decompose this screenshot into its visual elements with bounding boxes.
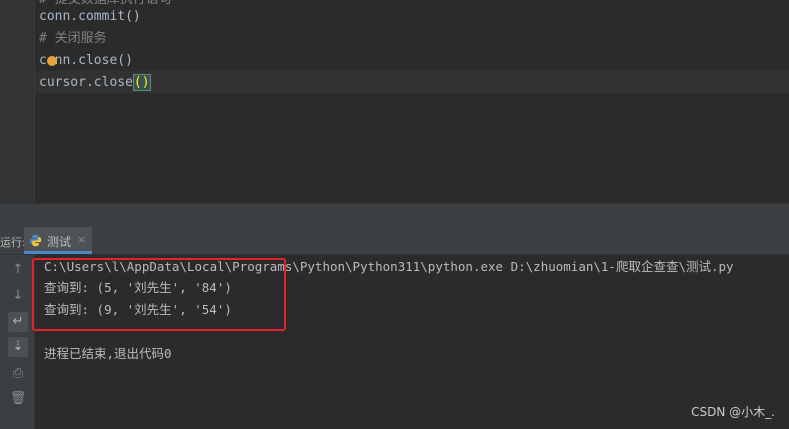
trash-icon[interactable]: 🗑 — [8, 389, 28, 409]
run-window-label: 运行: — [0, 236, 26, 249]
editor-gutter — [0, 0, 35, 203]
close-tab-icon[interactable]: × — [77, 233, 86, 246]
soft-wrap-icon[interactable]: ↵ — [8, 312, 28, 332]
arrow-down-icon[interactable]: ↓ — [8, 286, 28, 306]
run-toolbar: ↑ ↓ ↵ ⇣ ⎙ 🗑 — [0, 255, 35, 429]
python-icon — [29, 234, 42, 247]
run-tab-label: 测试 — [47, 235, 72, 249]
code-editor[interactable]: # 提交数据库执行语句 conn.commit() # 关闭服务 conn.cl… — [0, 0, 789, 203]
print-icon[interactable]: ⎙ — [8, 364, 28, 384]
scroll-to-end-icon[interactable]: ⇣ — [8, 337, 28, 357]
console-exit-line: 进程已结束,退出代码0 — [44, 346, 172, 361]
arrow-up-icon[interactable]: ↑ — [8, 260, 28, 280]
code-line-2[interactable]: conn.commit() — [39, 6, 141, 28]
code-line-5[interactable]: cursor.close() — [39, 72, 151, 94]
tab-run-config[interactable]: 测试 × — [24, 227, 92, 254]
matched-paren: () — [132, 74, 151, 91]
code-line-5-text: cursor.close — [39, 75, 133, 90]
intention-bulb-icon[interactable] — [47, 56, 57, 66]
highlight-annotation-box — [32, 258, 286, 331]
watermark: CSDN @小木_. — [691, 405, 775, 419]
run-window-header: 运行: 测试 × — [0, 227, 789, 255]
editor-bottom-bar — [0, 203, 789, 228]
code-line-3[interactable]: # 关闭服务 — [39, 28, 107, 50]
